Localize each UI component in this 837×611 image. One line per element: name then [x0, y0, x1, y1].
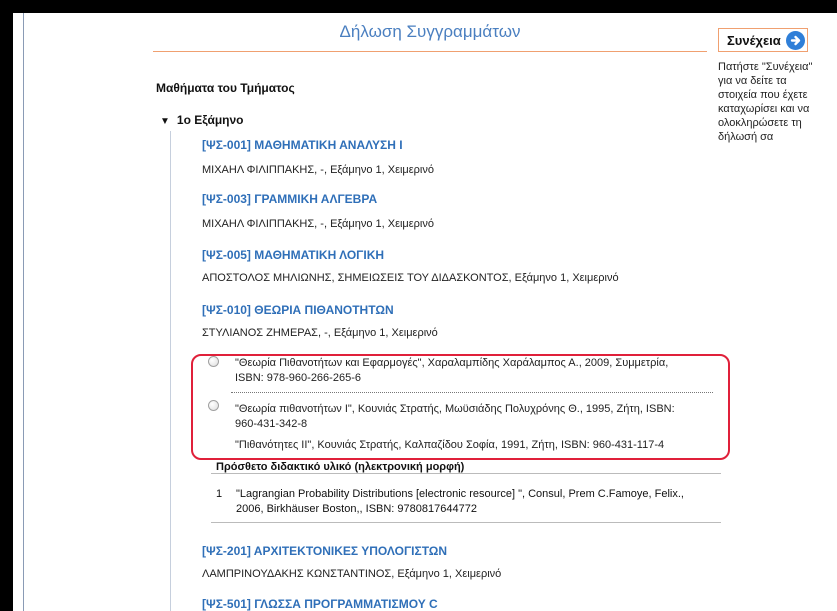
section-title: Μαθήματα του Τμήματος: [156, 81, 295, 95]
help-line: στοιχεία που έχετε: [718, 89, 808, 101]
arrow-right-icon: [786, 31, 805, 50]
continue-button-label: Συνέχεια: [727, 33, 781, 48]
course-meta: ΜΙΧΑΗΛ ΦΙΛΙΠΠΑΚΗΣ, -, Εξάμηνο 1, Χειμερι…: [202, 164, 434, 176]
help-line: ολοκληρώσετε τη: [718, 117, 802, 129]
continue-button[interactable]: Συνέχεια: [718, 28, 808, 52]
triangle-down-icon: ▼: [160, 116, 170, 127]
course-link[interactable]: [ΨΣ-010] ΘΕΩΡΙΑ ΠΙΘΑΝΟΤΗΤΩΝ: [202, 303, 394, 317]
course-link[interactable]: [ΨΣ-501] ΓΛΩΣΣΑ ΠΡΟΓΡΑΜΜΑΤΙΣΜΟΥ C: [202, 597, 438, 611]
semester-toggle[interactable]: ▼ 1ο Εξάμηνο: [160, 113, 244, 127]
course-meta: ΛΑΜΠΡΙΝΟΥΔΑΚΗΣ ΚΩΝΣΤΑΝΤΙΝΟΣ, Εξάμηνο 1, …: [202, 568, 502, 580]
book-option-line: "Θεωρία Πιθανοτήτων και Εφαρμογές", Χαρα…: [235, 357, 669, 369]
extra-material-title: Πρόσθετο διδακτικό υλικό (ηλεκτρονική μο…: [216, 461, 465, 473]
course-link[interactable]: [ΨΣ-005] ΜΑΘΗΜΑΤΙΚΗ ΛΟΓΙΚΗ: [202, 248, 384, 262]
help-line: Πατήστε "Συνέχεια": [718, 61, 813, 73]
divider: [211, 522, 721, 523]
sidebar-help-text: Πατήστε "Συνέχεια" για να δείτε τα στοιχ…: [718, 60, 833, 144]
course-link[interactable]: [ΨΣ-003] ΓΡΑΜΜΙΚΗ ΑΛΓΕΒΡΑ: [202, 192, 377, 206]
page-header: Δήλωση Συγγραμμάτων: [153, 13, 707, 52]
book-option-line: "Πιθανότητες ΙΙ", Κουνιάς Στρατής, Καλπα…: [235, 439, 665, 451]
course-meta: ΜΙΧΑΗΛ ΦΙΛΙΠΠΑΚΗΣ, -, Εξάμηνο 1, Χειμερι…: [202, 218, 434, 230]
extra-material-item: "Lagrangian Probability Distributions [e…: [236, 487, 711, 517]
book-option-line: ISBN: 978-960-266-265-6: [235, 372, 361, 384]
course-meta: ΑΠΟΣΤΟΛΟΣ ΜΗΛΙΩΝΗΣ, ΣΗΜΕΙΩΣΕΙΣ ΤΟΥ ΔΙΔΑΣ…: [202, 272, 619, 284]
course-link[interactable]: [ΨΣ-201] ΑΡΧΙΤΕΚΤΟΝΙΚΕΣ ΥΠΟΛΟΓΙΣΤΩΝ: [202, 544, 447, 558]
page-title: Δήλωση Συγγραμμάτων: [339, 22, 521, 41]
extra-material-number: 1: [216, 488, 223, 500]
tree-line: [170, 131, 171, 611]
help-line: δήλωσή σα: [718, 131, 774, 143]
book-radio[interactable]: [208, 356, 219, 367]
dotted-divider: [231, 392, 713, 393]
help-line: για να δείτε τα: [718, 75, 787, 87]
semester-label: 1ο Εξάμηνο: [176, 113, 244, 127]
page: Δήλωση Συγγραμμάτων Συνέχεια Πατήστε "Συ…: [13, 13, 837, 611]
book-option-line: 960-431-342-8: [235, 418, 308, 430]
course-link[interactable]: [ΨΣ-001] ΜΑΘΗΜΑΤΙΚΗ ΑΝΑΛΥΣΗ Ι: [202, 138, 403, 152]
left-divider: [23, 13, 24, 611]
help-line: καταχωρίσει και να: [718, 103, 810, 115]
divider: [211, 473, 721, 474]
extra-material-line: 2006, Birkhäuser Boston,, ISBN: 97808176…: [236, 503, 477, 515]
book-option-line: "Θεωρία πιθανοτήτων Ι", Κουνιάς Στρατής,…: [235, 403, 675, 415]
book-radio[interactable]: [208, 400, 219, 411]
course-meta: ΣΤΥΛΙΑΝΟΣ ΖΗΜΕΡΑΣ, -, Εξάμηνο 1, Χειμερι…: [202, 327, 438, 339]
extra-material-line: "Lagrangian Probability Distributions [e…: [236, 488, 684, 500]
